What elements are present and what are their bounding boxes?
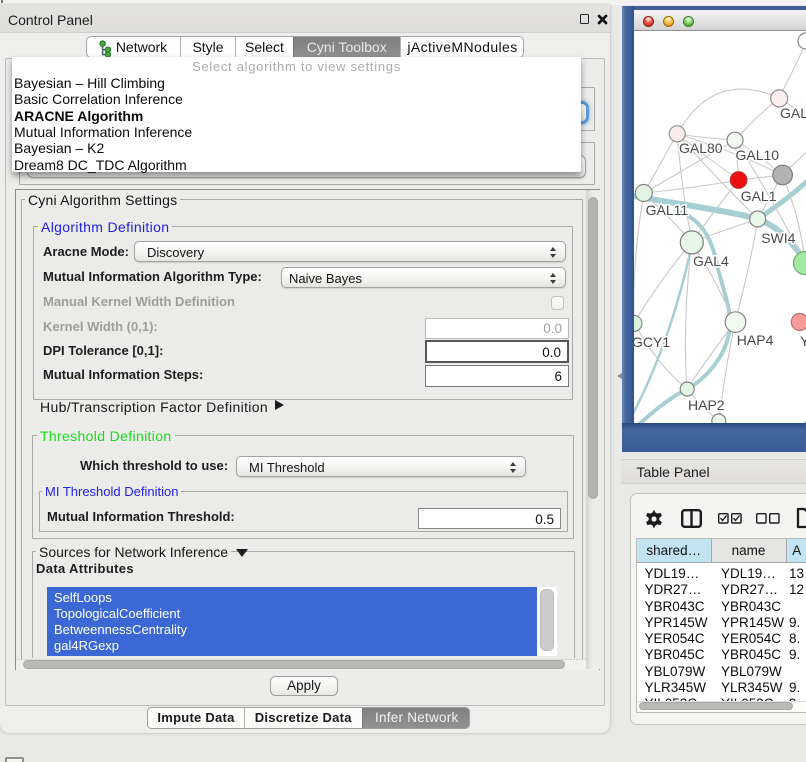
svg-text:YM: YM xyxy=(800,333,806,349)
svg-text:GAL10: GAL10 xyxy=(736,147,780,163)
svg-text:GAL2: GAL2 xyxy=(780,105,806,121)
svg-text:GCY1: GCY1 xyxy=(634,334,670,350)
svg-text:HAP2: HAP2 xyxy=(688,397,725,413)
svg-text:GAL1: GAL1 xyxy=(741,188,777,204)
svg-text:HAP4: HAP4 xyxy=(737,332,774,348)
svg-text:GAL11: GAL11 xyxy=(646,202,689,218)
svg-text:SWI4: SWI4 xyxy=(761,230,795,246)
svg-text:GAL4: GAL4 xyxy=(693,253,729,269)
svg-text:GAL80: GAL80 xyxy=(679,140,723,156)
